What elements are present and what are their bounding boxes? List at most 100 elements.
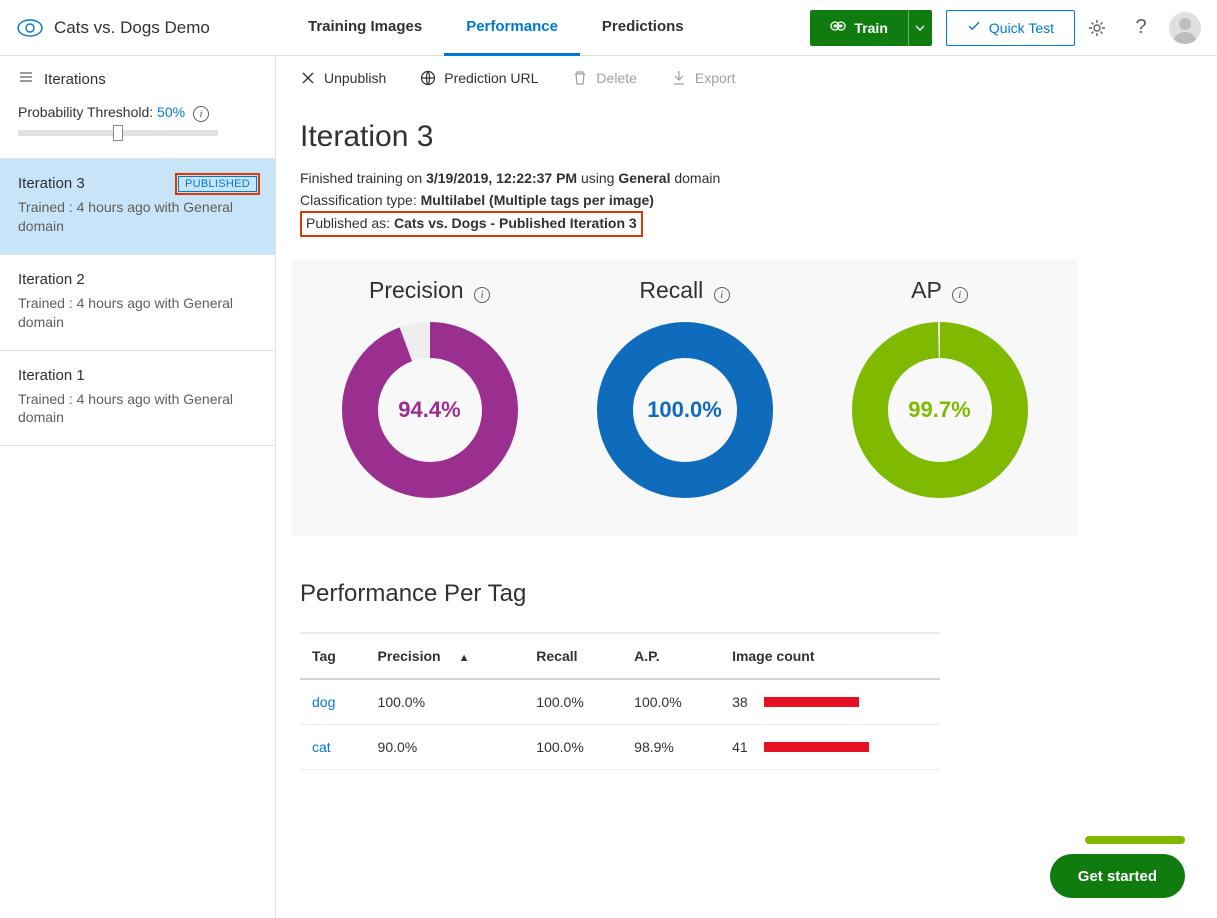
classification-type-line: Classification type: Multilabel (Multipl…	[300, 190, 1209, 212]
train-label: Train	[854, 20, 887, 36]
count-bar	[764, 697, 859, 707]
metric-value: 94.4%	[340, 320, 520, 500]
cell-count: 38	[732, 694, 928, 710]
tab-performance[interactable]: Performance	[444, 0, 580, 56]
threshold-row: Probability Threshold: 50% i	[0, 98, 275, 158]
table-row: cat 90.0% 100.0% 98.9% 41	[300, 725, 940, 770]
cell-ap: 98.9%	[622, 725, 720, 770]
sidebar: Iterations Probability Threshold: 50% i …	[0, 56, 276, 918]
donut-precision: 94.4%	[340, 320, 520, 500]
metric-label: AP i	[820, 267, 1060, 320]
action-bar: Unpublish Prediction URL Delete Export	[292, 56, 1217, 98]
train-dropdown[interactable]	[908, 10, 932, 46]
published-badge: PUBLISHED	[178, 176, 257, 192]
metric-recall: Recall i 100.0%	[565, 267, 805, 500]
cell-precision: 100.0%	[366, 679, 525, 725]
info-icon[interactable]: i	[193, 106, 209, 122]
chevron-down-icon	[915, 25, 925, 31]
table-row: dog 100.0% 100.0% 100.0% 38	[300, 679, 940, 725]
iteration-subtitle: Trained : 4 hours ago with General domai…	[18, 294, 257, 332]
donut-recall: 100.0%	[595, 320, 775, 500]
settings-button[interactable]	[1075, 0, 1119, 56]
sidebar-item-iteration-1[interactable]: Iteration 1 Trained : 4 hours ago with G…	[0, 351, 275, 447]
table-header-row: Tag Precision▲ Recall A.P. Image count	[300, 633, 940, 679]
delete-button: Delete	[572, 70, 636, 86]
published-as-line: Published as: Cats vs. Dogs - Published …	[300, 211, 643, 237]
metric-precision: Precision i 94.4%	[310, 267, 550, 500]
col-precision[interactable]: Precision▲	[366, 633, 525, 679]
donut-ap: 99.7%	[850, 320, 1030, 500]
cell-precision: 90.0%	[366, 725, 525, 770]
main: Unpublish Prediction URL Delete Export I…	[276, 56, 1217, 918]
header: Cats vs. Dogs Demo Training Images Perfo…	[0, 0, 1217, 56]
tag-link-dog[interactable]: dog	[312, 694, 335, 710]
metric-value: 99.7%	[850, 320, 1030, 500]
top-tabs: Training Images Performance Predictions	[286, 0, 706, 56]
iteration-title: Iteration 2	[18, 271, 85, 288]
tab-training-images[interactable]: Training Images	[286, 0, 444, 56]
col-ap[interactable]: A.P.	[622, 633, 720, 679]
logo-block: Cats vs. Dogs Demo	[16, 18, 286, 38]
sidebar-item-iteration-3[interactable]: Iteration 3 PUBLISHED Trained : 4 hours …	[0, 158, 275, 255]
info-icon[interactable]: i	[474, 287, 490, 303]
close-icon	[300, 71, 316, 85]
info-icon[interactable]: i	[714, 287, 730, 303]
slider-thumb[interactable]	[113, 125, 123, 141]
train-button-group: Train	[810, 10, 931, 46]
tab-predictions[interactable]: Predictions	[580, 0, 706, 56]
check-icon	[967, 19, 981, 36]
info-icon[interactable]: i	[952, 287, 968, 303]
metric-label: Recall i	[565, 267, 805, 320]
col-image-count[interactable]: Image count	[720, 633, 940, 679]
eye-icon	[16, 18, 44, 38]
performance-table: Tag Precision▲ Recall A.P. Image count d…	[300, 632, 940, 770]
download-icon	[671, 70, 687, 86]
threshold-slider[interactable]	[18, 130, 218, 136]
globe-icon	[420, 70, 436, 86]
page-title: Iteration 3	[292, 98, 1217, 168]
gear-train-icon	[830, 18, 846, 37]
col-recall[interactable]: Recall	[524, 633, 622, 679]
get-started-widget: Get started	[1050, 836, 1185, 898]
progress-indicator	[1085, 836, 1185, 844]
iteration-subtitle: Trained : 4 hours ago with General domai…	[18, 390, 257, 428]
finished-training-line: Finished training on 3/19/2019, 12:22:37…	[300, 168, 1209, 190]
prediction-url-button[interactable]: Prediction URL	[420, 70, 538, 86]
help-icon: ?	[1135, 16, 1146, 39]
unpublish-button[interactable]: Unpublish	[300, 70, 386, 86]
quick-test-button[interactable]: Quick Test	[946, 10, 1075, 46]
cell-ap: 100.0%	[622, 679, 720, 725]
sidebar-header: Iterations	[0, 56, 275, 98]
app-title: Cats vs. Dogs Demo	[54, 18, 210, 38]
train-button[interactable]: Train	[810, 10, 907, 46]
threshold-label: Probability Threshold: 50%	[18, 104, 189, 120]
count-bar	[764, 742, 869, 752]
iteration-subtitle: Trained : 4 hours ago with General domai…	[18, 198, 257, 236]
sidebar-item-iteration-2[interactable]: Iteration 2 Trained : 4 hours ago with G…	[0, 255, 275, 351]
sort-asc-icon: ▲	[459, 652, 470, 664]
get-started-button[interactable]: Get started	[1050, 854, 1185, 898]
performance-per-tag-title: Performance Per Tag	[292, 536, 1217, 632]
help-button[interactable]: ?	[1119, 0, 1163, 56]
metric-ap: AP i 99.7%	[820, 267, 1060, 500]
content: Iterations Probability Threshold: 50% i …	[0, 56, 1217, 918]
cell-recall: 100.0%	[524, 725, 622, 770]
col-tag[interactable]: Tag	[300, 633, 366, 679]
cell-recall: 100.0%	[524, 679, 622, 725]
export-button: Export	[671, 70, 735, 86]
threshold-value: 50%	[157, 104, 185, 120]
cell-count: 41	[732, 739, 928, 755]
iteration-title: Iteration 1	[18, 367, 85, 384]
person-icon	[1169, 12, 1201, 44]
avatar[interactable]	[1169, 12, 1201, 44]
iteration-title: Iteration 3	[18, 175, 85, 192]
gear-icon	[1087, 18, 1107, 38]
meta-block: Finished training on 3/19/2019, 12:22:37…	[292, 168, 1217, 251]
quick-test-label: Quick Test	[989, 20, 1054, 36]
metric-label: Precision i	[310, 267, 550, 320]
sidebar-title: Iterations	[44, 71, 106, 88]
trash-icon	[572, 70, 588, 86]
metrics-panel: Precision i 94.4% Recall i 100.0%	[292, 259, 1077, 536]
tag-link-cat[interactable]: cat	[312, 739, 331, 755]
iterations-icon	[18, 70, 34, 88]
